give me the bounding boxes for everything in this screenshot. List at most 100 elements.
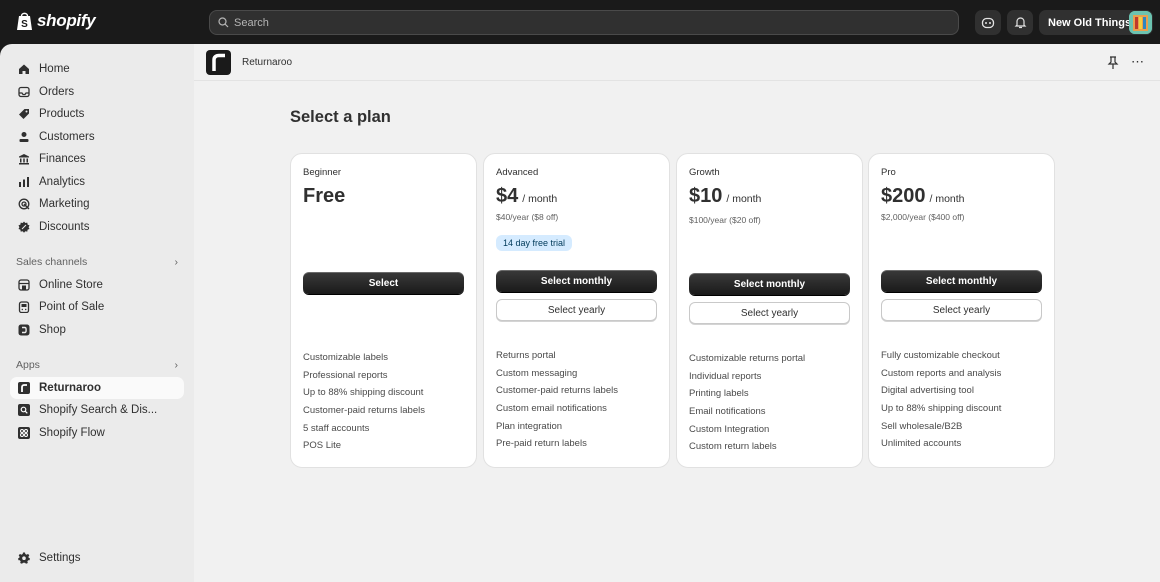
chevron-right-icon: › bbox=[174, 256, 179, 268]
bell-icon bbox=[1014, 17, 1026, 29]
gear-icon bbox=[17, 551, 30, 564]
sidebar-item-label: Home bbox=[39, 63, 70, 75]
sidebar-item-orders[interactable]: Orders bbox=[10, 81, 184, 103]
sidebar-item-finances[interactable]: Finances bbox=[10, 148, 184, 170]
feature-item: Customer-paid returns labels bbox=[303, 405, 425, 417]
flow-icon bbox=[17, 426, 30, 439]
sidebar-item-marketing[interactable]: Marketing bbox=[10, 193, 184, 215]
yearly-price: $2,000/year ($400 off) bbox=[881, 212, 965, 222]
returnaroo-icon bbox=[17, 381, 30, 394]
select-monthly-button[interactable]: Select monthly bbox=[496, 270, 657, 292]
plan-price: $4 / month bbox=[496, 185, 557, 208]
price-amount: $200 bbox=[881, 185, 926, 207]
plan-price: $10 / month bbox=[689, 185, 761, 208]
select-yearly-button[interactable]: Select yearly bbox=[881, 299, 1042, 321]
search-input[interactable] bbox=[234, 16, 934, 29]
sidebar-item-label: Settings bbox=[39, 551, 81, 564]
search-discovery-icon bbox=[17, 404, 30, 417]
sidebar-item-returnaroo[interactable]: Returnaroo bbox=[10, 376, 184, 399]
app-window: S shopify New Old Things bbox=[0, 0, 1160, 582]
target-icon bbox=[17, 198, 30, 211]
pin-icon[interactable] bbox=[1107, 56, 1119, 70]
shopify-bag-icon: S bbox=[17, 12, 32, 30]
pos-icon bbox=[17, 301, 30, 314]
sidebar-item-label: Returnaroo bbox=[39, 381, 101, 394]
select-monthly-button[interactable]: Select monthly bbox=[881, 270, 1042, 292]
yearly-price: $100/year ($20 off) bbox=[689, 215, 761, 225]
search-bar[interactable] bbox=[209, 10, 959, 35]
page-title: Select a plan bbox=[290, 108, 391, 126]
feature-item: Customizable returns portal bbox=[689, 353, 806, 364]
plan-name: Growth bbox=[689, 167, 720, 178]
bank-icon bbox=[17, 153, 30, 166]
sidebar-item-label: Marketing bbox=[39, 198, 90, 210]
price-amount: $10 bbox=[689, 185, 723, 207]
sidebar-item-discounts[interactable]: Discounts bbox=[10, 216, 184, 238]
sidebar-item-label: Orders bbox=[39, 85, 75, 98]
plan-name: Pro bbox=[881, 167, 896, 178]
feature-item: Returns portal bbox=[496, 350, 556, 361]
feature-list: Fully customizable checkout Custom repor… bbox=[881, 347, 1001, 453]
sidebar-item-settings[interactable]: Settings bbox=[10, 547, 184, 569]
main-content: Returnaroo ⋯ Select a plan Beginner Free… bbox=[194, 44, 1160, 582]
select-yearly-button[interactable]: Select yearly bbox=[689, 302, 850, 324]
feature-item: Custom return labels bbox=[689, 441, 777, 453]
sidebar-item-label: Products bbox=[39, 108, 85, 120]
sidebar-item-shop[interactable]: Shop bbox=[10, 319, 184, 341]
feature-item: Unlimited accounts bbox=[881, 438, 962, 450]
sidebar-item-label: Point of Sale bbox=[39, 301, 105, 313]
sidebar-item-analytics[interactable]: Analytics bbox=[10, 171, 184, 193]
shopify-logo[interactable]: S shopify bbox=[16, 11, 96, 31]
home-icon bbox=[17, 63, 30, 76]
feature-item: Fully customizable checkout bbox=[881, 350, 1000, 361]
sidekick-button[interactable] bbox=[975, 10, 1001, 35]
feature-item: Email notifications bbox=[689, 406, 766, 418]
sidebar-item-products[interactable]: Products bbox=[10, 103, 184, 125]
store-menu-button[interactable]: New Old Things bbox=[1039, 10, 1153, 35]
store-avatar bbox=[1129, 11, 1152, 34]
price-amount: Free bbox=[303, 185, 346, 207]
feature-item: Up to 88% shipping discount bbox=[303, 387, 424, 399]
returnaroo-logo-icon bbox=[206, 50, 231, 75]
feature-item: Pre-paid return labels bbox=[496, 438, 587, 450]
feature-item: Up to 88% shipping discount bbox=[881, 403, 1002, 415]
price-unit: / month bbox=[929, 193, 965, 205]
feature-item: POS Lite bbox=[303, 440, 342, 452]
plan-card-advanced: Advanced $4 / month $40/year ($8 off) 14… bbox=[483, 153, 670, 468]
plan-card-growth: Growth $10 / month $100/year ($20 off) S… bbox=[676, 153, 863, 468]
feature-item: Custom messaging bbox=[496, 367, 578, 379]
bar-chart-icon bbox=[17, 175, 30, 188]
feature-list: Customizable labels Professional reports… bbox=[303, 349, 425, 455]
price-amount: $4 bbox=[496, 185, 519, 207]
shop-icon bbox=[17, 323, 30, 336]
sidebar-item-point-of-sale[interactable]: Point of Sale bbox=[10, 296, 184, 318]
select-yearly-button[interactable]: Select yearly bbox=[496, 299, 657, 321]
more-options-icon[interactable]: ⋯ bbox=[1131, 54, 1144, 70]
select-button[interactable]: Select bbox=[303, 272, 464, 294]
sidebar-item-label: Shopify Search & Dis... bbox=[39, 404, 158, 416]
free-trial-badge: 14 day free trial bbox=[496, 235, 573, 251]
feature-item: Customizable labels bbox=[303, 352, 389, 363]
feature-item: Sell wholesale/B2B bbox=[881, 420, 963, 432]
feature-item: Customer-paid returns labels bbox=[496, 385, 618, 397]
sidebar-item-shopify-flow[interactable]: Shopify Flow bbox=[10, 422, 184, 444]
sidebar-item-label: Customers bbox=[39, 130, 95, 143]
sales-channels-header[interactable]: Sales channels › bbox=[16, 256, 178, 268]
plan-name: Beginner bbox=[303, 167, 342, 178]
section-label: Apps bbox=[16, 359, 40, 371]
sidebar-item-shopify-search-discovery[interactable]: Shopify Search & Dis... bbox=[10, 399, 184, 421]
apps-header[interactable]: Apps › bbox=[16, 359, 178, 371]
notifications-button[interactable] bbox=[1007, 10, 1033, 35]
price-unit: / month bbox=[726, 193, 762, 205]
sidebar-item-label: Shop bbox=[39, 323, 66, 336]
app-name: Returnaroo bbox=[242, 57, 293, 68]
plan-card-beginner: Beginner Free Select Customizable labels… bbox=[290, 153, 477, 468]
feature-item: 5 staff accounts bbox=[303, 422, 370, 434]
sidebar-item-label: Discounts bbox=[39, 220, 90, 233]
section-label: Sales channels bbox=[16, 256, 88, 268]
person-icon bbox=[17, 130, 30, 143]
sidebar-item-online-store[interactable]: Online Store bbox=[10, 274, 184, 296]
select-monthly-button[interactable]: Select monthly bbox=[689, 273, 850, 295]
sidebar-item-customers[interactable]: Customers bbox=[10, 126, 184, 148]
sidebar-item-home[interactable]: Home bbox=[10, 58, 184, 80]
